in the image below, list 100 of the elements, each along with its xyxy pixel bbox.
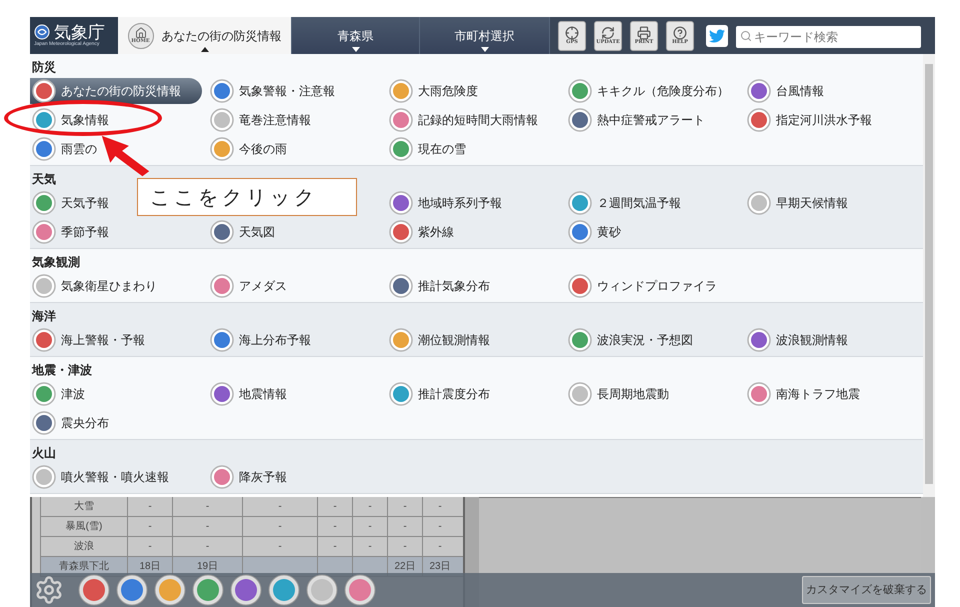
circle-icon: [210, 328, 234, 352]
circle-icon: [568, 274, 592, 298]
section-title: 防災: [31, 59, 57, 76]
menu-item[interactable]: 気象情報: [30, 106, 109, 132]
caret-icon: [480, 47, 488, 52]
circle-icon[interactable]: [268, 574, 300, 606]
menu-item[interactable]: 今後の雨: [208, 136, 287, 162]
table-cell: -: [387, 517, 422, 536]
menu-item[interactable]: 波浪観測情報: [745, 326, 848, 352]
table-cell: -: [172, 537, 242, 556]
circle-icon: [747, 382, 771, 406]
settings-icon[interactable]: [34, 575, 64, 605]
table-cell: 波浪: [40, 537, 127, 556]
table-cell: 大雪: [40, 497, 127, 516]
twitter-button[interactable]: [706, 24, 728, 46]
discard-customize-button[interactable]: カスタマイズを破棄する: [802, 576, 931, 604]
menu-item[interactable]: 大雨危険度: [387, 78, 478, 104]
menu-item[interactable]: 震央分布: [30, 410, 109, 436]
table-cell: -: [317, 497, 352, 516]
menu-item[interactable]: 波浪実況・予想図: [566, 326, 693, 352]
circle-icon: [389, 136, 413, 160]
circle-icon: [568, 78, 592, 102]
crosshair-icon: [565, 26, 579, 40]
menu-item[interactable]: アメダス: [208, 272, 287, 298]
circle-icon[interactable]: [306, 574, 338, 606]
circle-icon[interactable]: [344, 574, 376, 606]
table-cell: 暴風(雪): [40, 517, 127, 536]
logo-text: 気象庁: [54, 24, 105, 41]
menu-item[interactable]: 潮位観測情報: [387, 326, 490, 352]
menu-item[interactable]: ２週間気温予報: [566, 190, 681, 216]
menu-item[interactable]: 天気予報: [30, 190, 109, 216]
nav-tab[interactable]: 市町村選択: [420, 17, 550, 54]
menu-item[interactable]: 噴火警報・噴火速報: [30, 464, 169, 490]
menu-item[interactable]: 気象衛星ひまわり: [30, 272, 157, 298]
menu-item[interactable]: 紫外線: [387, 218, 454, 244]
circle-icon: [568, 220, 592, 244]
circle-icon[interactable]: [78, 574, 110, 606]
circle-icon[interactable]: [116, 574, 148, 606]
menu-item[interactable]: 海上分布予報: [208, 326, 311, 352]
menu-item[interactable]: 長周期地震動: [566, 380, 669, 406]
circle-icon: [389, 108, 413, 132]
scrollbar[interactable]: [923, 54, 935, 497]
menu-item[interactable]: 早期天候情報: [745, 190, 848, 216]
menu-item[interactable]: 季節予報: [30, 218, 109, 244]
circle-icon[interactable]: [154, 574, 186, 606]
menu-item[interactable]: 降灰予報: [208, 464, 287, 490]
circle-icon: [389, 220, 413, 244]
search-icon: [740, 30, 752, 42]
circle-icon: [389, 274, 413, 298]
menu-item[interactable]: 竜巻注意情報: [208, 106, 311, 132]
section-title: 気象観測: [31, 254, 81, 271]
menu-item[interactable]: 津波: [30, 380, 85, 406]
menu-item[interactable]: 地震情報: [208, 380, 287, 406]
circle-icon: [210, 382, 234, 406]
menu-item[interactable]: 記録的短時間大雨情報: [387, 106, 538, 132]
circle-icon: [210, 220, 234, 244]
menu-item[interactable]: ウィンドプロファイラ: [566, 272, 717, 298]
menu-item[interactable]: 海上警報・予報: [30, 326, 145, 352]
circle-icon[interactable]: [230, 574, 262, 606]
nav-tab[interactable]: 青森県: [292, 17, 420, 54]
circle-icon: [210, 78, 234, 102]
home-icon: [134, 27, 146, 39]
table-cell: -: [242, 517, 317, 536]
menu-item[interactable]: 地域時系列予報: [387, 190, 502, 216]
pointer-arrow: [100, 134, 151, 178]
globe-logo-icon: [34, 24, 50, 40]
menu-item[interactable]: 気象警報・注意報: [208, 78, 335, 104]
circle-icon: [210, 274, 234, 298]
table-cell: -: [172, 517, 242, 536]
circle-icon: [747, 78, 771, 102]
menu-item[interactable]: 南海トラフ地震: [745, 380, 860, 406]
menu-item[interactable]: 台風情報: [745, 78, 824, 104]
circle-icon: [210, 108, 234, 132]
menu-item[interactable]: 雨雲の: [30, 136, 97, 162]
menu-item[interactable]: あなたの街の防災情報: [30, 78, 202, 104]
menu-item[interactable]: 熱中症警戒アラート: [566, 106, 705, 132]
circle-icon: [210, 136, 234, 160]
section-title: 火山: [30, 445, 57, 462]
search-field[interactable]: キーワード検索: [736, 26, 921, 48]
menu-item[interactable]: 推計震度分布: [387, 380, 490, 406]
table-cell: -: [387, 537, 422, 556]
circle-icon: [747, 190, 771, 214]
circle-icon: [389, 328, 413, 352]
menu-item[interactable]: キキクル（危険度分布）: [566, 78, 729, 104]
menu-item[interactable]: 指定河川洪水予報: [745, 106, 872, 132]
menu-item[interactable]: 天気図: [208, 218, 275, 244]
refresh-icon: [601, 26, 615, 40]
menu-item[interactable]: 黄砂: [566, 218, 621, 244]
menu-item[interactable]: 現在の雪: [387, 136, 466, 162]
circle-icon: [389, 382, 413, 406]
circle-icon: [210, 464, 234, 488]
circle-icon[interactable]: [192, 574, 224, 606]
caret-icon: [352, 47, 360, 52]
table-cell: -: [317, 517, 352, 536]
table-cell: -: [422, 497, 457, 516]
section-title: 天気: [31, 171, 57, 188]
circle-icon: [568, 328, 592, 352]
menu-item[interactable]: 推計気象分布: [387, 272, 490, 298]
bird-icon: [709, 28, 725, 44]
circle-icon: [32, 464, 56, 488]
